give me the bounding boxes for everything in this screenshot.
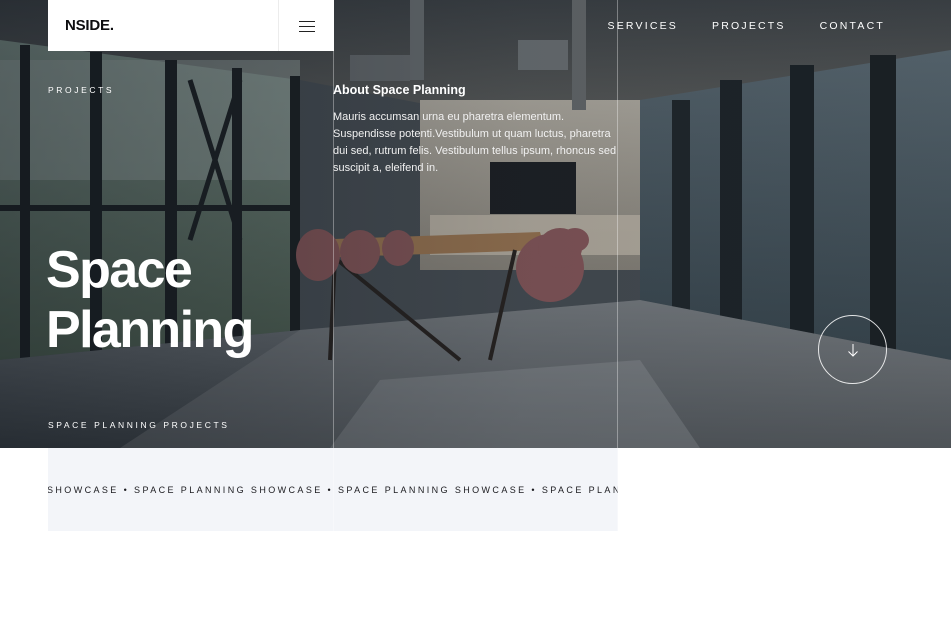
nav-link-contact[interactable]: CONTACT	[820, 20, 885, 32]
about-heading: About Space Planning	[333, 83, 466, 97]
menu-button[interactable]	[278, 0, 334, 51]
hamburger-icon	[298, 20, 315, 32]
page-title: Space Planning	[46, 240, 254, 360]
arrow-down-icon	[847, 343, 858, 357]
site-logo[interactable]: NSIDE.	[65, 17, 114, 34]
nav-link-projects[interactable]: PROJECTS	[712, 20, 786, 32]
hero-subtitle: SPACE PLANNING PROJECTS	[48, 420, 230, 430]
page-title-line-1: Space	[46, 241, 193, 299]
main-nav: SERVICES PROJECTS CONTACT	[608, 20, 886, 32]
page-title-line-2: Planning	[46, 301, 254, 359]
header-logo-box: NSIDE.	[48, 0, 334, 51]
hero-overlay	[0, 0, 951, 448]
breadcrumb-eyebrow: PROJECTS	[48, 85, 115, 95]
about-body: Mauris accumsan urna eu pharetra element…	[333, 111, 617, 174]
hero-section	[0, 0, 951, 448]
about-block: About Space Planning Mauris accumsan urn…	[333, 83, 623, 177]
scroll-down-button[interactable]	[818, 315, 887, 384]
nav-link-services[interactable]: SERVICES	[608, 20, 679, 32]
